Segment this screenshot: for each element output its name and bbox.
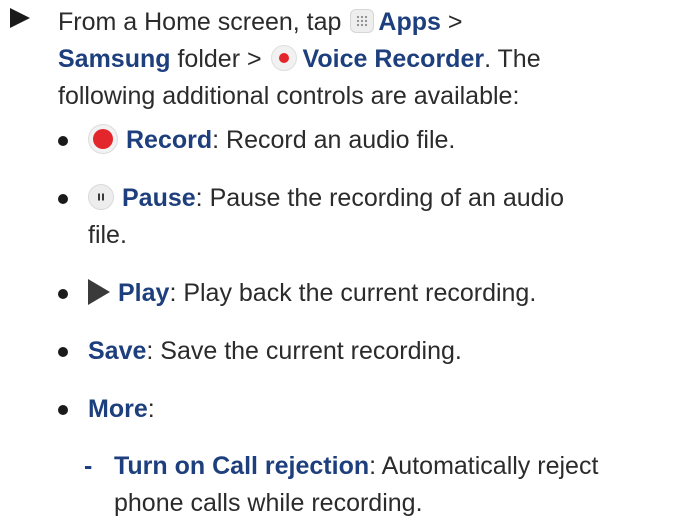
play-label: Play <box>118 279 170 307</box>
pause-desc: : Pause the recording of an audio <box>195 184 564 212</box>
record-desc: : Record an audio file. <box>212 126 456 154</box>
more-label: More <box>88 395 148 423</box>
folder-separator: folder > <box>177 45 262 73</box>
save-desc: : Save the current recording. <box>146 337 462 365</box>
voice-recorder-icon <box>270 45 297 72</box>
list-item-pause: Pause: Pause the recording of an audio f… <box>58 180 668 254</box>
step-line3: following additional controls are availa… <box>58 82 520 110</box>
separator: > <box>447 8 463 36</box>
list-item-save: Save: Save the current recording. <box>58 333 668 370</box>
sub-list-item-call-rejection: - Turn on Call rejection: Automatically … <box>84 448 674 522</box>
list-item-play: Play: Play back the current recording. <box>58 275 668 312</box>
bullet-dot <box>58 405 68 415</box>
save-label: Save <box>88 337 147 365</box>
list-item-record: Record: Record an audio file. <box>58 122 668 159</box>
bullet-dot <box>58 347 68 357</box>
call-rejection-label: Turn on Call rejection <box>114 452 370 480</box>
record-icon <box>88 124 118 155</box>
step-arrow-icon <box>10 8 30 28</box>
pause-icon <box>88 184 114 211</box>
sub-bullet-dash: - <box>84 452 93 480</box>
samsung-label: Samsung <box>58 45 171 73</box>
instruction-step: From a Home screen, tap Apps > Samsung f… <box>10 0 660 115</box>
bullet-dot <box>58 194 68 204</box>
step-text: From a Home screen, tap Apps > Samsung f… <box>58 4 660 115</box>
step-intro: From a Home screen, tap <box>58 8 342 36</box>
pause-desc-cont: file. <box>88 221 127 249</box>
sub-bullet-text: Turn on Call rejection: Automatically re… <box>114 448 674 522</box>
voice-recorder-label: Voice Recorder <box>302 45 485 73</box>
bullet-dot <box>58 136 68 146</box>
bullet-dot <box>58 289 68 299</box>
controls-list: Record: Record an audio file. Pause: Pau… <box>58 122 668 428</box>
play-desc: : Play back the current recording. <box>169 279 537 307</box>
call-rejection-desc: : Automatically reject <box>369 452 599 480</box>
pause-label: Pause <box>122 184 196 212</box>
play-icon <box>88 279 110 306</box>
call-rejection-desc-cont: phone calls while recording. <box>114 489 423 517</box>
record-label: Record <box>126 126 213 154</box>
apps-label: Apps <box>378 8 441 36</box>
more-desc: : <box>147 395 155 423</box>
step-line2-suffix: . The <box>484 45 541 73</box>
list-item-more: More: <box>58 391 668 428</box>
apps-icon <box>350 9 375 34</box>
